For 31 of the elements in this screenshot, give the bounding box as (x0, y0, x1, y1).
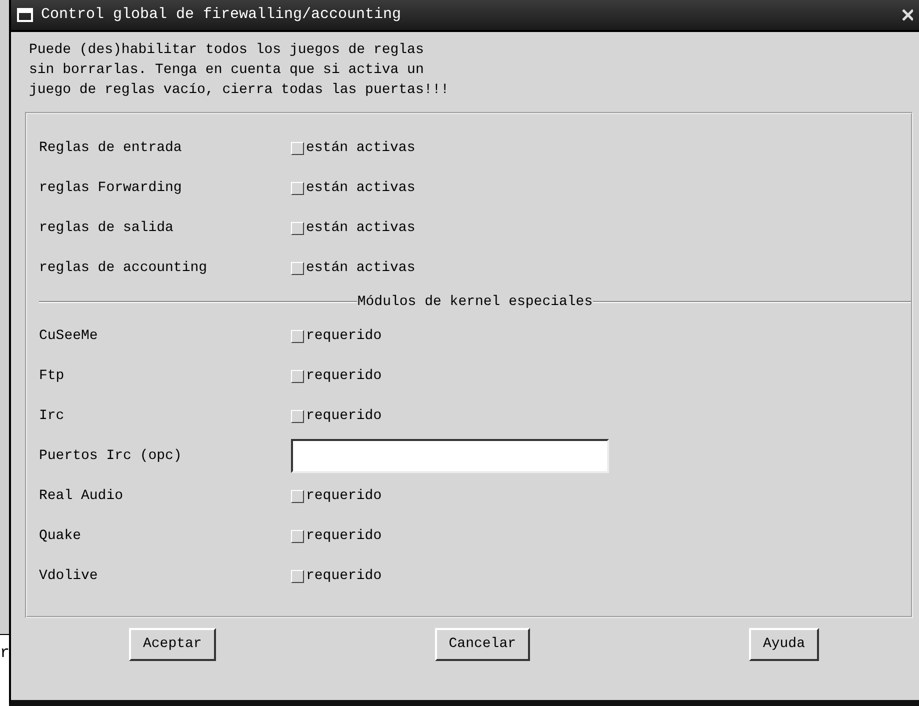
option-label: Quake (39, 526, 82, 546)
dialog-button[interactable]: Aceptar (129, 628, 216, 661)
window-menu-icon[interactable] (17, 7, 33, 23)
checkbox[interactable]: están activas (291, 178, 416, 198)
option-label: Real Audio (39, 486, 124, 506)
option-label: reglas de salida (39, 218, 174, 238)
option-label: CuSeeMe (39, 326, 99, 346)
close-icon[interactable] (901, 8, 913, 22)
option-label: Ftp (39, 366, 66, 386)
checkbox[interactable]: requerido (291, 486, 382, 506)
checkbox[interactable]: requerido (291, 406, 382, 426)
option-label: reglas Forwarding (39, 178, 183, 198)
section-heading: Módulos de kernel especiales (357, 292, 593, 312)
option-label: Irc (39, 406, 66, 426)
checkbox[interactable]: requerido (291, 326, 382, 346)
field-label: Puertos Irc (opc) (39, 446, 183, 466)
dialog-button[interactable]: Cancelar (434, 628, 530, 661)
checkbox[interactable]: requerido (291, 526, 382, 546)
input-field[interactable] (291, 439, 609, 473)
checkbox[interactable]: están activas (291, 258, 416, 278)
checkbox[interactable]: están activas (291, 138, 416, 158)
checkbox[interactable]: están activas (291, 218, 416, 238)
window-title: Control global de firewalling/accounting (41, 4, 402, 25)
dialog-button[interactable]: Ayuda (748, 628, 819, 661)
checkbox[interactable]: requerido (291, 366, 382, 386)
option-label: Vdolive (39, 566, 99, 586)
option-label: reglas de accounting (39, 258, 208, 278)
checkbox[interactable]: requerido (291, 566, 382, 586)
description-text: Puede (des)habilitar todos los juegos de reglas sin borrarlas. Tenga en cuenta que si activa un juego de reglas vacío, cierra todas las puertas!!! (28, 41, 450, 100)
option-label: Reglas de entrada (39, 138, 183, 158)
background-text: r (0, 643, 9, 661)
